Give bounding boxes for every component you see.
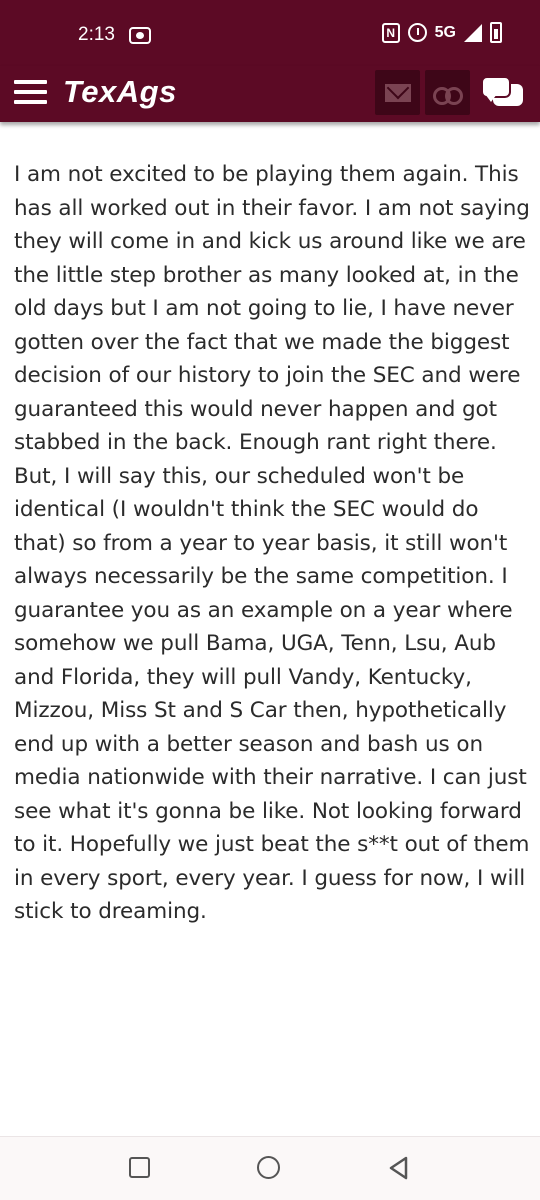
- binoculars-icon: [432, 85, 463, 105]
- signal-icon: [464, 23, 482, 42]
- alarm-icon: [407, 23, 427, 42]
- network-label: 5G: [434, 23, 456, 41]
- status-bar: 2:13 N 5G: [0, 0, 540, 66]
- cast-icon: [129, 27, 151, 44]
- recent-apps-icon[interactable]: [129, 1157, 150, 1178]
- battery-icon: [490, 22, 502, 43]
- home-icon[interactable]: [257, 1156, 280, 1179]
- system-nav-bar: [0, 1136, 540, 1200]
- post-body-text: I am not excited to be playing them agai…: [14, 162, 530, 924]
- watch-button[interactable]: [425, 70, 470, 115]
- nfc-icon: N: [381, 22, 400, 43]
- texags-logo[interactable]: TexAgs: [63, 74, 177, 110]
- mail-icon: [384, 83, 411, 102]
- status-icons: N 5G: [381, 22, 502, 43]
- back-icon[interactable]: [386, 1155, 410, 1181]
- menu-icon[interactable]: [14, 80, 47, 104]
- app-header: TexAgs: [0, 66, 540, 122]
- chat-button[interactable]: [479, 76, 527, 114]
- status-time: 2:13: [78, 24, 115, 45]
- messages-button[interactable]: [375, 70, 420, 115]
